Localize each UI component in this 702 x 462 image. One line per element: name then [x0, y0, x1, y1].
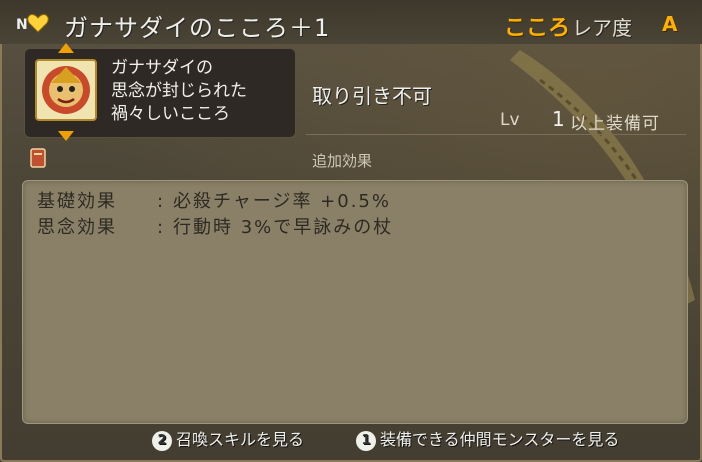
equippable-monsters-label: 装備できる仲間モンスターを見る: [380, 430, 620, 449]
effect-value: 必殺チャージ率 +0.5%: [173, 191, 391, 212]
rarity-value: A: [662, 12, 678, 36]
header-bar: N ガナサダイのこころ＋1 こころ レア度 A: [0, 0, 702, 44]
trade-status: 取り引き不可: [312, 84, 432, 108]
item-description: ガナサダイの 思念が封じられた 禍々しいこころ: [111, 58, 247, 124]
effect-value: 行動時 3%で早詠みの杖: [173, 217, 394, 238]
effect-colon: :: [156, 191, 164, 212]
book-icon[interactable]: [30, 148, 46, 168]
scroll-up-arrow-icon[interactable]: [58, 43, 74, 53]
level-label: Lv: [500, 110, 520, 130]
level-value: 1: [552, 107, 565, 131]
button-1-icon: 1: [356, 431, 376, 451]
item-panel: ガナサダイの 思念が封じられた 禍々しいこころ: [24, 43, 296, 141]
level-requirement: 以上装備可: [570, 114, 660, 134]
scroll-down-arrow-icon[interactable]: [58, 131, 74, 141]
rarity-label: レア度: [572, 16, 632, 40]
ganasadai-heart-icon: [35, 59, 97, 121]
divider: [306, 134, 686, 135]
summon-skill-label: 召喚スキルを見る: [176, 430, 305, 449]
effects-panel: 基礎効果: 必殺チャージ率 +0.5% 思念効果: 行動時 3%で早詠みの杖: [22, 180, 688, 424]
equippable-monsters-button[interactable]: 1 装備できる仲間モンスターを見る: [356, 426, 619, 451]
item-title: ガナサダイのこころ＋1: [64, 14, 331, 42]
category-label: こころ: [504, 16, 571, 41]
section-label: 追加効果: [312, 152, 373, 170]
effect-colon: :: [156, 217, 164, 238]
effect-label: 思念効果: [37, 217, 117, 238]
effect-label: 基礎効果: [37, 191, 117, 212]
heart-icon: [27, 13, 49, 33]
button-2-icon: 2: [152, 431, 172, 451]
rank-letter: N: [16, 17, 28, 33]
effect-row-thought: 思念効果: 行動時 3%で早詠みの杖: [37, 213, 393, 239]
summon-skill-button[interactable]: 2 召喚スキルを見る: [152, 426, 304, 451]
effect-row-base: 基礎効果: 必殺チャージ率 +0.5%: [37, 187, 391, 213]
